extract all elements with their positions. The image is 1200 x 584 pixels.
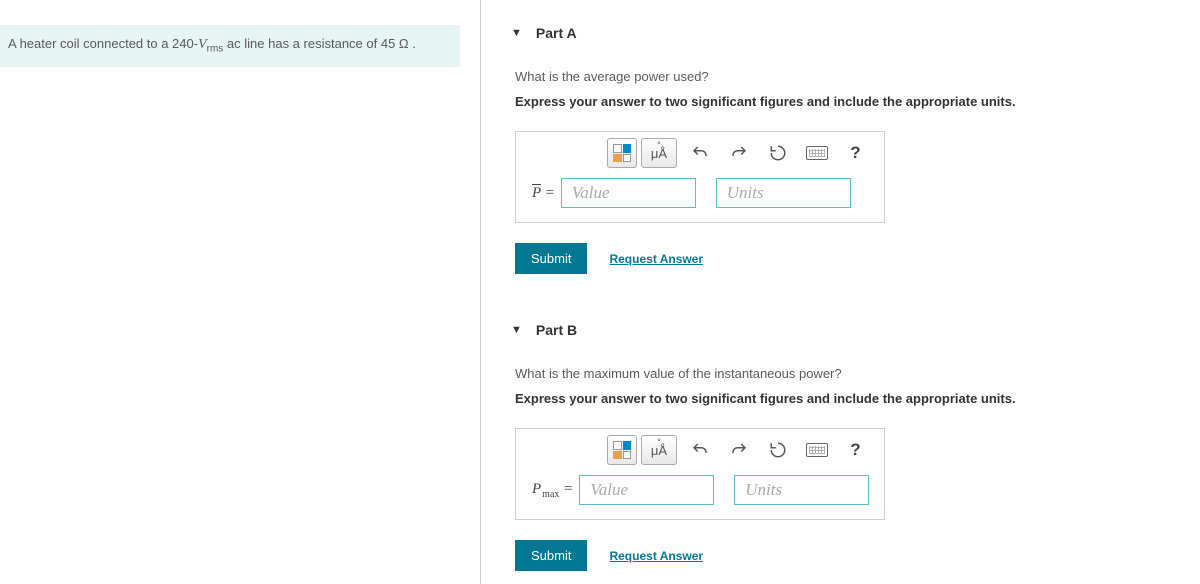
part-a-title: Part A [536,25,577,41]
problem-text-2: ac line has a resistance of 45 [223,36,399,51]
voltage-subscript: rms [207,44,224,55]
part-b-units-input[interactable] [734,475,869,505]
part-b-input-row: Pmax = [522,475,878,505]
part-a-answer-box: μÅ ? P = [515,131,885,223]
template-picker-button[interactable] [607,435,637,465]
reset-button[interactable] [761,435,794,465]
help-label: ? [850,143,860,163]
problem-text-1: A heater coil connected to a 240- [8,36,198,51]
part-a-instruction: Express your answer to two significant f… [515,94,1170,109]
units-label: μÅ [651,146,667,161]
part-b-title: Part B [536,322,577,338]
undo-button[interactable] [683,435,716,465]
part-b-question: What is the maximum value of the instant… [515,366,1170,381]
template-picker-button[interactable] [607,138,637,168]
part-b-toolbar: μÅ ? [522,435,878,465]
problem-statement: A heater coil connected to a 240-Vrms ac… [0,25,460,67]
part-b-variable: Pmax = [532,481,573,500]
part-a-variable: P = [532,185,555,202]
part-b-value-input[interactable] [579,475,714,505]
collapse-icon: ▼ [511,27,522,39]
part-b-instruction: Express your answer to two significant f… [515,391,1170,406]
collapse-icon: ▼ [511,324,522,336]
help-label: ? [850,440,860,460]
part-a-header[interactable]: ▼ Part A [511,25,1170,41]
units-label: μÅ [651,443,667,458]
part-b-header[interactable]: ▼ Part B [511,322,1170,338]
part-a-value-input[interactable] [561,178,696,208]
part-b-submit-button[interactable]: Submit [515,540,587,571]
part-a-request-answer-link[interactable]: Request Answer [609,252,703,266]
part-a-submit-button[interactable]: Submit [515,243,587,274]
units-picker-button[interactable]: μÅ [641,138,677,168]
keyboard-icon [806,443,828,457]
redo-button[interactable] [722,138,755,168]
keyboard-button[interactable] [800,435,833,465]
undo-button[interactable] [683,138,716,168]
part-a: ▼ Part A What is the average power used?… [511,25,1170,274]
problem-text-3: . [409,36,416,51]
redo-button[interactable] [722,435,755,465]
help-button[interactable]: ? [839,435,872,465]
help-button[interactable]: ? [839,138,872,168]
part-a-question: What is the average power used? [515,69,1170,84]
part-b-actions: Submit Request Answer [515,540,1170,571]
part-b: ▼ Part B What is the maximum value of th… [511,322,1170,571]
keyboard-button[interactable] [800,138,833,168]
part-a-input-row: P = [522,178,878,208]
keyboard-icon [806,146,828,160]
part-a-toolbar: μÅ ? [522,138,878,168]
ohm-symbol: Ω [399,36,409,51]
part-a-units-input[interactable] [716,178,851,208]
part-a-actions: Submit Request Answer [515,243,1170,274]
units-picker-button[interactable]: μÅ [641,435,677,465]
reset-button[interactable] [761,138,794,168]
voltage-symbol: V [198,37,207,52]
part-b-request-answer-link[interactable]: Request Answer [609,549,703,563]
part-b-answer-box: μÅ ? Pmax = [515,428,885,520]
